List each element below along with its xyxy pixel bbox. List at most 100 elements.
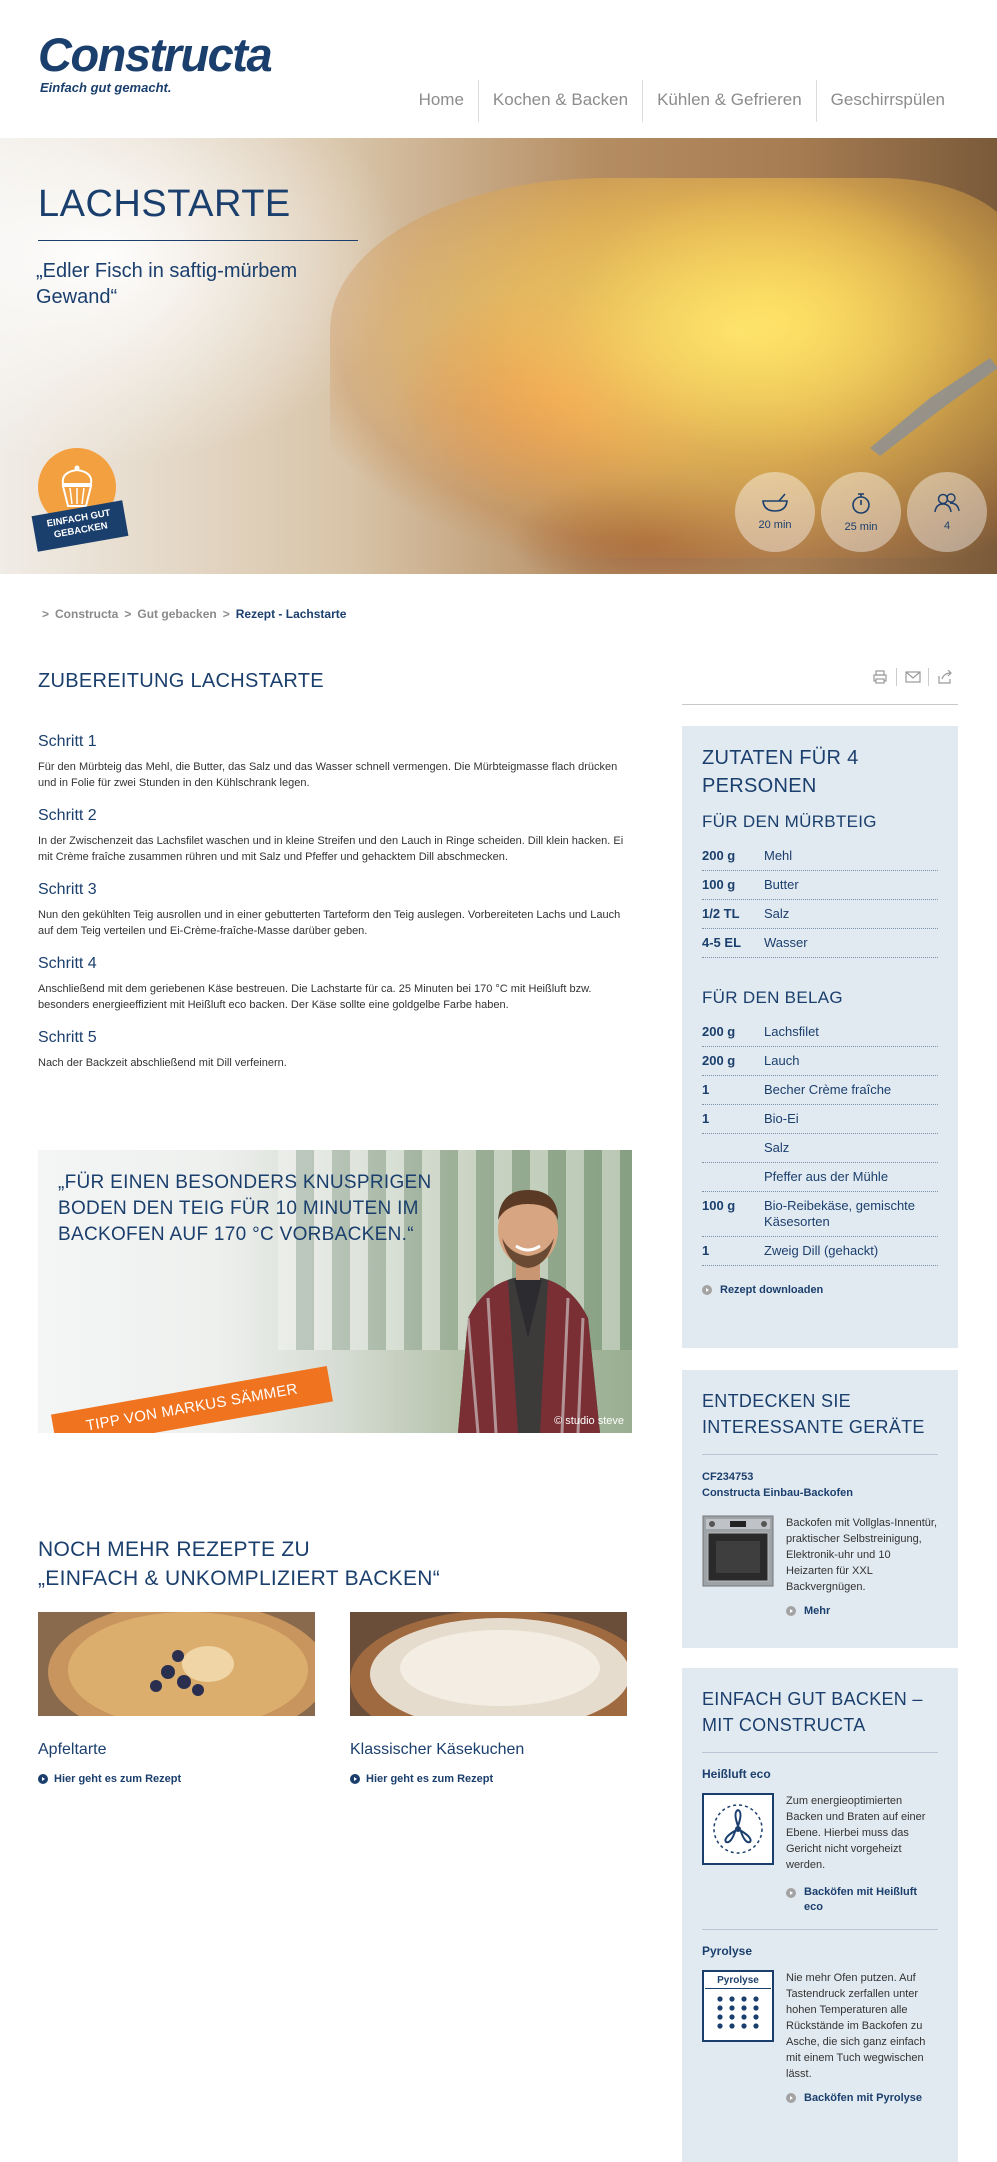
timer-icon xyxy=(852,493,870,514)
step-2: Schritt 2 In der Zwischenzeit das Lachsf… xyxy=(38,807,628,865)
device-model: CF234753 xyxy=(702,1471,754,1483)
mail-icon[interactable] xyxy=(896,668,928,686)
ingredient-row: 200 g Lauch xyxy=(702,1047,938,1076)
print-icon[interactable] xyxy=(864,668,896,686)
ingredient-row: Salz xyxy=(702,1134,938,1163)
prep-time-stat: 20 min xyxy=(735,472,815,552)
ingredient-name: Salz xyxy=(764,906,790,921)
breadcrumb-constructa[interactable]: Constructa xyxy=(55,607,118,621)
breadcrumb-separator: > xyxy=(222,607,230,621)
ingredient-qty: 1 xyxy=(702,1243,710,1258)
hero-divider xyxy=(38,240,358,241)
prep-time-label: 20 min xyxy=(758,519,792,531)
oven-image[interactable] xyxy=(702,1515,774,1587)
fan-icon xyxy=(702,1793,774,1865)
ingredient-name: Lauch xyxy=(764,1053,800,1068)
recipe-download-link[interactable]: Rezept downloaden xyxy=(702,1284,938,1296)
ingredient-name: Bio-Ei xyxy=(764,1111,799,1126)
feature-link[interactable]: Backöfen mit Pyrolyse xyxy=(786,2092,938,2104)
step-text: Anschließend mit dem geriebenen Käse bes… xyxy=(38,983,592,1011)
recipe-name[interactable]: Klassischer Käsekuchen xyxy=(350,1741,627,1759)
ingredient-row: 100 g Butter xyxy=(702,871,938,900)
step-title: Schritt 3 xyxy=(38,881,97,898)
baking-title: EINFACH GUT BACKEN – MIT CONSTRUCTA xyxy=(702,1689,923,1735)
breadcrumb-gut-gebacken[interactable]: Gut gebacken xyxy=(137,607,216,621)
device-row: Backofen mit Vollglas-Innentür, praktisc… xyxy=(702,1515,938,1595)
recipe-link-label: Hier geht es zum Rezept xyxy=(366,1773,494,1785)
step-1: Schritt 1 Für den Mürbteig das Mehl, die… xyxy=(38,733,628,791)
pyrolysis-icon-label: Pyrolyse xyxy=(705,1975,771,1989)
ingredient-qty: 100 g xyxy=(702,1198,736,1213)
ingredient-row: 1/2 TL Salz xyxy=(702,900,938,929)
ingredient-name: Zweig Dill (gehackt) xyxy=(764,1243,879,1258)
ingredient-qty: 200 g xyxy=(702,1024,736,1039)
arrow-right-icon xyxy=(786,1606,796,1616)
recipe-name[interactable]: Apfeltarte xyxy=(38,1741,315,1759)
nav-kochen-backen[interactable]: Kochen & Backen xyxy=(477,80,642,122)
arrow-right-icon xyxy=(702,1285,712,1295)
hero-title: LACHSTARTE xyxy=(38,183,291,225)
step-5: Schritt 5 Nach der Backzeit abschließend… xyxy=(38,1029,628,1071)
recipe-card-apfeltarte: Apfeltarte Hier geht es zum Rezept xyxy=(38,1602,328,1785)
more-recipes-title-line1: NOCH MEHR REZEPTE ZU xyxy=(38,1538,311,1561)
recipe-link[interactable]: Hier geht es zum Rezept xyxy=(350,1773,627,1785)
baking-divider xyxy=(702,1752,938,1753)
ingredient-name: Salz xyxy=(764,1140,790,1155)
ingredient-row: 100 g Bio-Reibekäse, gemischte Käsesorten xyxy=(702,1192,938,1237)
step-text: In der Zwischenzeit das Lachsfilet wasch… xyxy=(38,835,624,863)
breadcrumb-separator: > xyxy=(124,607,132,621)
ingredient-name: Wasser xyxy=(764,935,808,950)
devices-panel: ENTDECKEN SIE INTERESSANTE GERÄTE CF2347… xyxy=(682,1370,958,1648)
feature-link[interactable]: Backöfen mit Heißluft eco xyxy=(786,1885,938,1915)
ingredient-qty: 1/2 TL xyxy=(702,906,740,921)
arrow-right-icon xyxy=(786,2093,796,2103)
arrow-right-icon xyxy=(786,1888,796,1898)
chef-photo xyxy=(458,1190,600,1433)
nav-geschirrspuelen[interactable]: Geschirrspülen xyxy=(815,80,959,122)
recipe-link[interactable]: Hier geht es zum Rezept xyxy=(38,1773,315,1785)
logo-wordmark: Constructa xyxy=(38,28,273,81)
hero-subtitle: „Edler Fisch in saftig-mürbem Gewand“ xyxy=(36,260,298,308)
photo-credit: © studio steve xyxy=(554,1415,624,1427)
share-toolbar xyxy=(864,668,960,686)
ingredient-qty: 1 xyxy=(702,1111,710,1126)
baking-features-panel: EINFACH GUT BACKEN – MIT CONSTRUCTA Heiß… xyxy=(682,1668,958,2162)
pyrolysis-icon: Pyrolyse xyxy=(702,1970,774,2042)
logo-tagline: Einfach gut gemacht. xyxy=(40,80,172,95)
constructa-logo[interactable]: Constructa Einfach gut gemacht. xyxy=(38,28,273,96)
step-text: Nach der Backzeit abschließend mit Dill … xyxy=(38,1057,287,1069)
bowl-icon xyxy=(762,493,788,512)
feature-row: Zum energieoptimierten Backen und Braten… xyxy=(702,1793,938,1873)
share-icon[interactable] xyxy=(928,668,960,686)
ingredient-group-title: FÜR DEN BELAG xyxy=(702,988,843,1007)
ingredients-panel: ZUTATEN FÜR 4 PERSONEN FÜR DEN MÜRBTEIG … xyxy=(682,726,958,1348)
more-recipes-title-line2: „EINFACH & UNKOMPLIZIERT BACKEN“ xyxy=(38,1567,441,1590)
ingredient-qty: 100 g xyxy=(702,877,736,892)
device-name[interactable]: Constructa Einbau-Backofen xyxy=(702,1485,938,1501)
arrow-right-icon xyxy=(350,1774,360,1784)
step-text: Nun den gekühlten Teig ausrollen und in … xyxy=(38,909,621,937)
ingredient-row: 1 Zweig Dill (gehackt) xyxy=(702,1237,938,1266)
ingredient-qty: 1 xyxy=(702,1082,710,1097)
apfeltarte-photo[interactable] xyxy=(38,1602,328,1742)
feature-row: Pyrolyse Nie mehr Ofen putzen. Auf Taste… xyxy=(702,1970,938,2082)
cake-server-icon xyxy=(870,358,997,456)
einfach-gut-gebacken-badge: EINFACH GUT GEBACKEN xyxy=(31,448,129,558)
ingredient-name: Butter xyxy=(764,877,799,892)
ingredient-name: Pfeffer aus der Mühle xyxy=(764,1169,889,1184)
ingredient-row: 200 g Lachsfilet xyxy=(702,1018,938,1047)
ingredient-qty: 4-5 EL xyxy=(702,935,742,950)
step-title: Schritt 1 xyxy=(38,733,97,750)
nav-kuehlen-gefrieren[interactable]: Kühlen & Gefrieren xyxy=(642,80,816,122)
site-header: Constructa Einfach gut gemacht. Home Koc… xyxy=(0,0,997,138)
feature-text: Nie mehr Ofen putzen. Auf Tastendruck ze… xyxy=(786,1972,926,2080)
device-description: Backofen mit Vollglas-Innentür, praktisc… xyxy=(786,1517,938,1593)
feature-title: Pyrolyse xyxy=(702,1944,753,1958)
devices-divider xyxy=(702,1454,938,1455)
nav-home[interactable]: Home xyxy=(405,80,478,122)
more-recipes-title: NOCH MEHR REZEPTE ZU „EINFACH & UNKOMPLI… xyxy=(38,1535,440,1593)
ingredient-row: 4-5 EL Wasser xyxy=(702,929,938,958)
kaesekuchen-photo[interactable] xyxy=(350,1610,650,1750)
device-more-link[interactable]: Mehr xyxy=(786,1605,938,1617)
arrow-right-icon xyxy=(38,1774,48,1784)
